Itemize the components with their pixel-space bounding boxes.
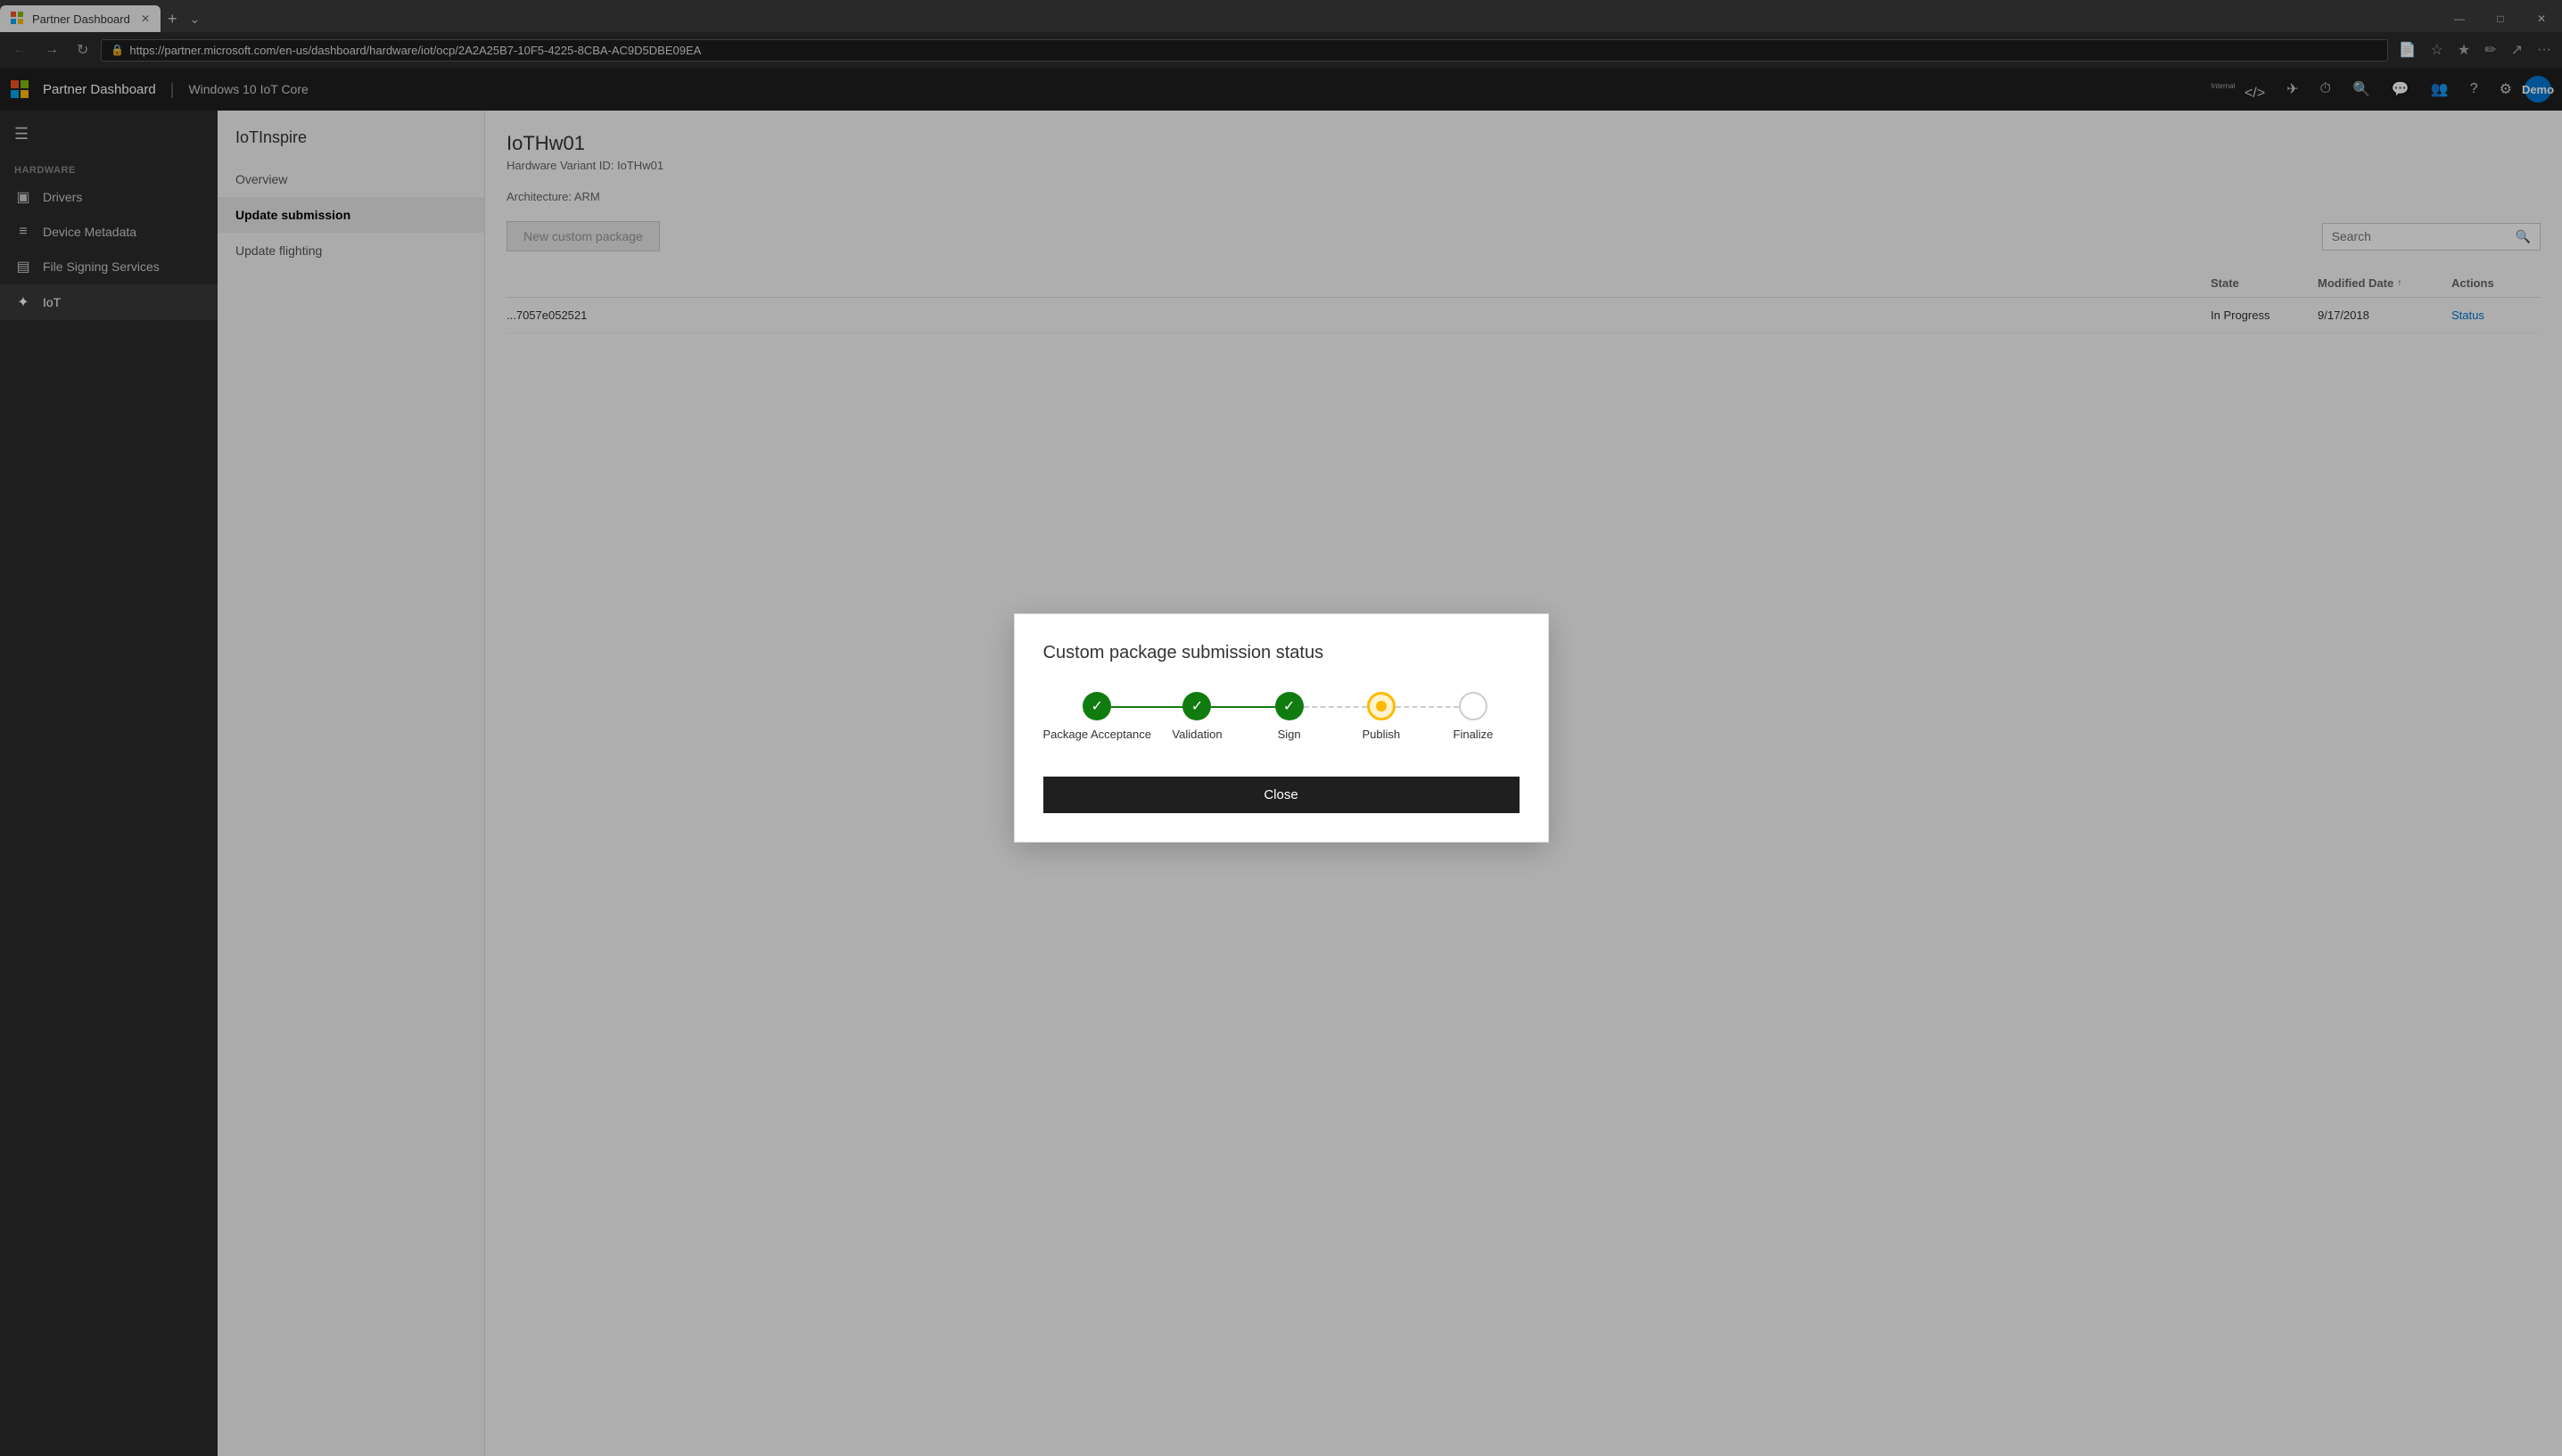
step-circle-4 bbox=[1367, 692, 1396, 720]
dialog: Custom package submission status ✓ Packa… bbox=[1014, 613, 1549, 843]
connector-3 bbox=[1304, 706, 1367, 708]
step-label-4: Publish bbox=[1362, 728, 1400, 741]
step-validation: ✓ Validation bbox=[1151, 692, 1243, 741]
step-package-acceptance: ✓ Package Acceptance bbox=[1043, 692, 1151, 741]
step-finalize: Finalize bbox=[1427, 692, 1519, 741]
overlay[interactable]: Custom package submission status ✓ Packa… bbox=[0, 0, 2562, 1456]
connector-1 bbox=[1111, 706, 1190, 708]
step-label-1: Package Acceptance bbox=[1043, 728, 1151, 741]
connector-2 bbox=[1211, 706, 1274, 708]
step-circle-2: ✓ bbox=[1182, 692, 1211, 720]
close-dialog-btn[interactable]: Close bbox=[1043, 777, 1520, 813]
step-circle-3: ✓ bbox=[1275, 692, 1304, 720]
connector-4 bbox=[1396, 706, 1459, 708]
step-label-5: Finalize bbox=[1454, 728, 1494, 741]
step-label-2: Validation bbox=[1172, 728, 1222, 741]
step-sign: ✓ Sign bbox=[1243, 692, 1335, 741]
progress-steps: ✓ Package Acceptance ✓ Validation ✓ Sign bbox=[1043, 692, 1520, 741]
step-circle-5 bbox=[1459, 692, 1487, 720]
step-circle-1: ✓ bbox=[1083, 692, 1111, 720]
step-label-3: Sign bbox=[1278, 728, 1301, 741]
step-publish: Publish bbox=[1335, 692, 1427, 741]
dialog-title: Custom package submission status bbox=[1043, 643, 1520, 663]
